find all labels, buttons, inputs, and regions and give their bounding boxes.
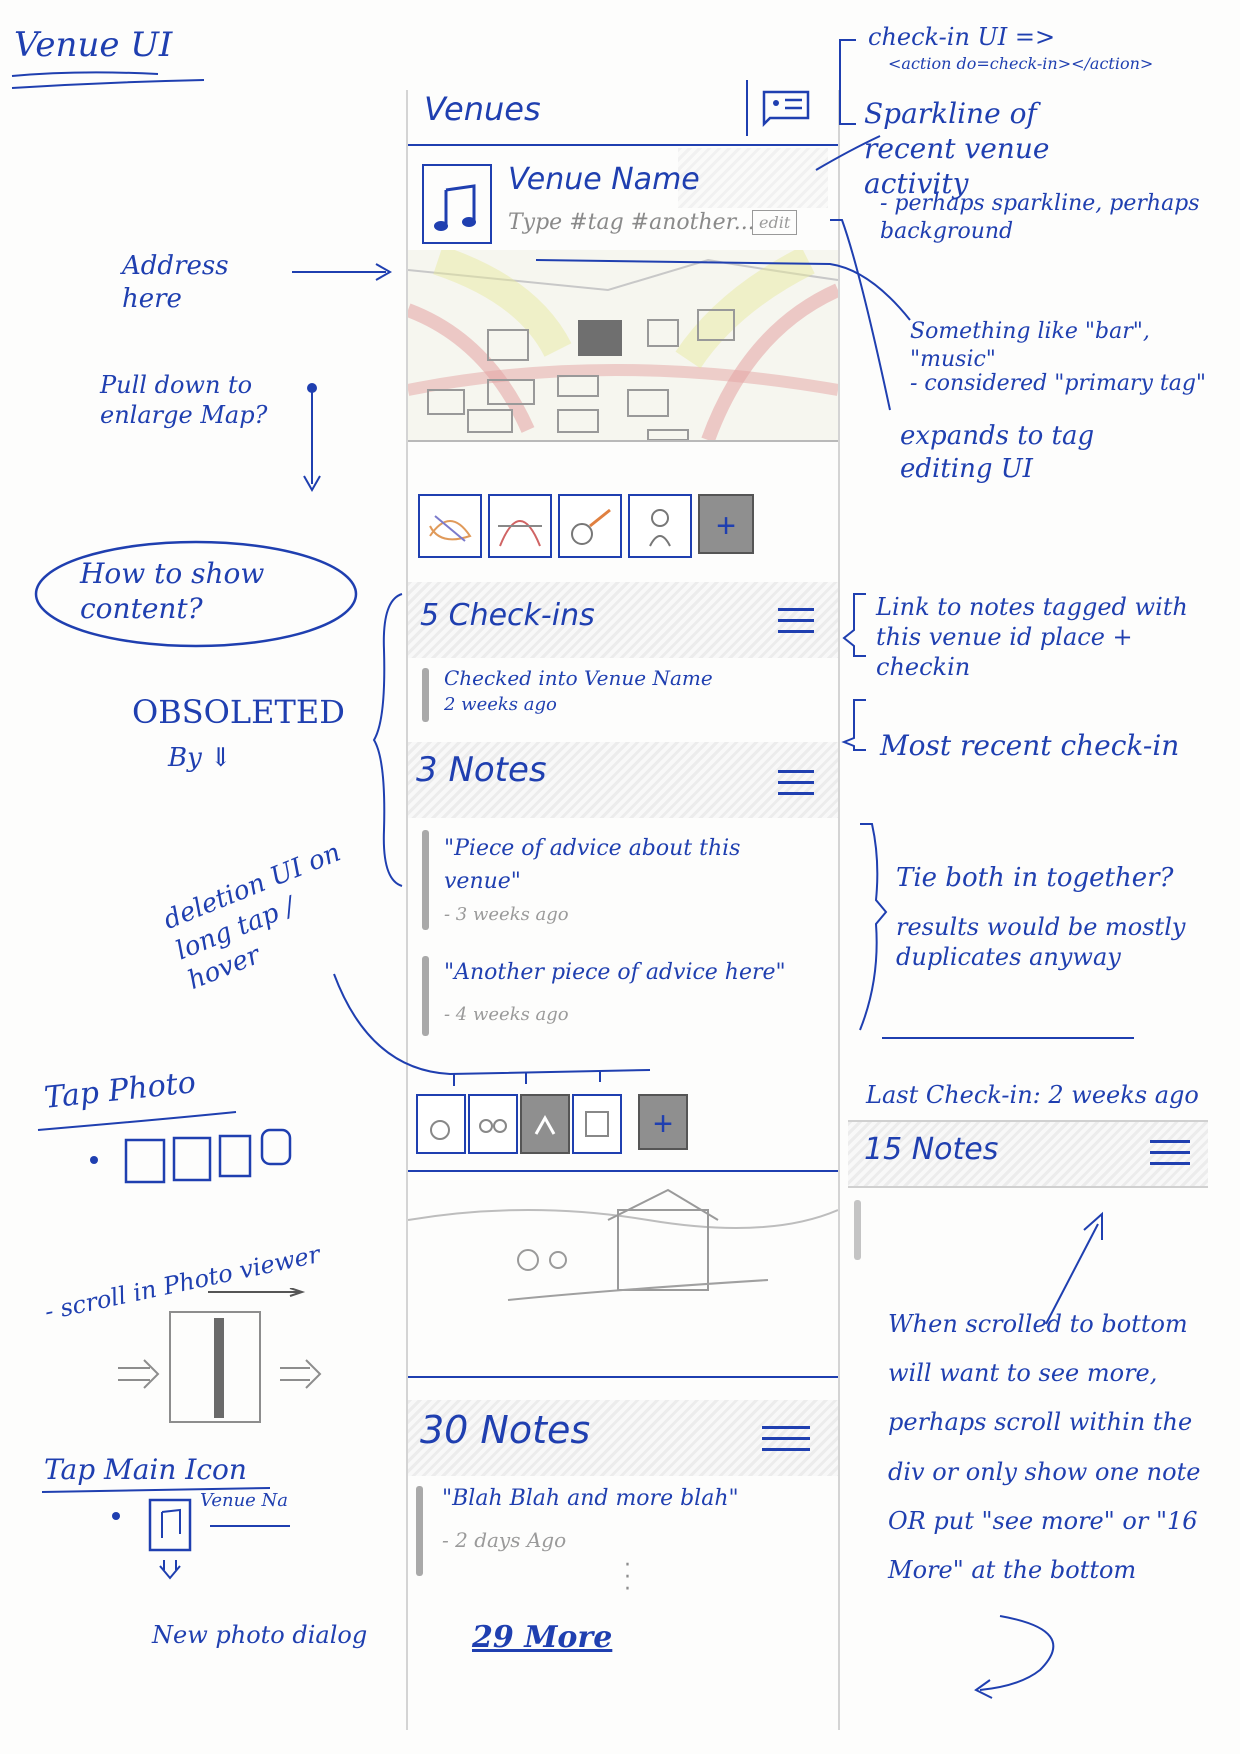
address-arrow — [292, 263, 393, 281]
note-text[interactable]: "Piece of advice about this venue" — [444, 832, 774, 898]
title-underline — [11, 71, 205, 89]
map-bottom-border — [408, 440, 838, 442]
header-divider — [408, 144, 838, 146]
tap-main-icon-annotation: Tap Main Icon — [44, 1453, 247, 1486]
latest-checkin-text: Checked into Venue Name — [444, 666, 713, 690]
when-scrolled-arrow — [974, 1615, 1055, 1699]
last-checkin-text: Last Check-in: 2 weeks ago — [866, 1081, 1199, 1109]
photo-thumb-selected[interactable] — [520, 1094, 570, 1154]
photo-thumb[interactable] — [572, 1094, 622, 1154]
venue-mini-annotation: Venue Na — [200, 1490, 289, 1511]
side-quote-bar — [854, 1200, 861, 1260]
photo-thumb[interactable] — [418, 494, 482, 558]
checkin-quote-bar — [422, 668, 429, 722]
sparkline-arrow — [815, 135, 881, 171]
page-title: Venue UI — [14, 25, 173, 65]
add-photo-button[interactable]: + — [638, 1094, 688, 1150]
photo-thumb[interactable] — [468, 1094, 518, 1154]
note-time: - 3 weeks ago — [444, 904, 569, 925]
bottom-notes-title: 30 Notes — [420, 1408, 591, 1452]
how-show-annotation: How to show content? — [80, 557, 265, 625]
bottom-note-time: - 2 days Ago — [442, 1528, 567, 1552]
notes-title: 3 Notes — [416, 750, 547, 790]
link-notes-bracket — [841, 593, 866, 751]
checkin-button[interactable] — [746, 80, 822, 136]
music-note-icon — [434, 184, 476, 231]
photo-viewer-divider — [408, 1376, 838, 1378]
checkins-title: 5 Check-ins — [420, 598, 595, 633]
tap-photo-sketch — [37, 1111, 292, 1184]
checkin-icon — [762, 90, 810, 128]
most-recent-annotation: Most recent check-in — [880, 729, 1180, 762]
venue-main-icon[interactable] — [422, 164, 492, 244]
photo-viewer[interactable] — [407, 1180, 839, 1350]
primary-tag-annotation: Something like "bar", "music" — [910, 319, 1150, 372]
note-quote-bar — [422, 830, 429, 930]
sparkline-background — [678, 148, 828, 208]
tie-both-underline — [882, 1037, 1134, 1039]
section-bracket — [372, 593, 403, 887]
tag-lines — [535, 219, 911, 411]
tap-main-icon-sketch — [41, 1487, 290, 1580]
tie-both-note-annotation: results would be mostly duplicates anywa… — [896, 913, 1186, 971]
pull-down-annotation: Pull down to enlarge Map? — [100, 371, 268, 429]
checkin-ui-annotation: check-in UI => — [868, 23, 1056, 51]
primary-tag-note-annotation: - considered "primary tag" — [910, 371, 1207, 396]
scroll-dots-icon[interactable]: · · · — [624, 1555, 631, 1601]
photo-thumb[interactable] — [558, 494, 622, 558]
more-notes-link[interactable]: 29 More — [472, 1620, 612, 1655]
photo-strip-divider — [408, 1170, 838, 1172]
link-notes-annotation: Link to notes tagged with this venue id … — [876, 593, 1188, 681]
side-notes-menu-button[interactable] — [1134, 1122, 1206, 1182]
pull-down-arrow — [303, 383, 321, 493]
side-notes-title: 15 Notes — [864, 1132, 999, 1167]
bottom-note-text[interactable]: "Blah Blah and more blah" — [442, 1486, 739, 1511]
obsoleted-by-annotation: By ⇓ — [168, 743, 232, 773]
add-photo-button[interactable]: + — [698, 494, 754, 554]
new-photo-annotation: New photo dialog — [152, 1621, 368, 1649]
notes-menu-button[interactable] — [764, 752, 828, 812]
photo-thumb[interactable] — [628, 494, 692, 558]
photo-thumb[interactable] — [416, 1094, 466, 1154]
tie-both-bracket — [859, 823, 888, 1031]
scroll-viewer-sketch — [118, 1288, 322, 1423]
when-scrolled-annotation: When scrolled to bottom will want to see… — [888, 1310, 1201, 1584]
deletion-line — [333, 973, 651, 1086]
address-annotation: Address here — [122, 251, 229, 314]
expands-annotation: expands to tag editing UI — [900, 421, 1095, 484]
checkin-bracket — [839, 39, 856, 125]
checkins-menu-button[interactable] — [764, 590, 828, 652]
tie-both-annotation: Tie both in together? — [896, 863, 1174, 893]
photo-thumb[interactable] — [488, 494, 552, 558]
bottom-note-quote-bar — [416, 1486, 423, 1576]
venue-name: Venue Name — [508, 162, 700, 197]
app-header-title: Venues — [424, 90, 541, 128]
checkin-ui-code-annotation: <action do=check-in></action> — [888, 54, 1154, 73]
obsoleted-annotation: OBSOLETED — [132, 693, 345, 731]
bottom-notes-menu-button[interactable] — [744, 1406, 828, 1472]
latest-checkin-time: 2 weeks ago — [444, 694, 557, 715]
sparkline-annotation: Sparkline of recent venue activity — [864, 97, 1050, 200]
